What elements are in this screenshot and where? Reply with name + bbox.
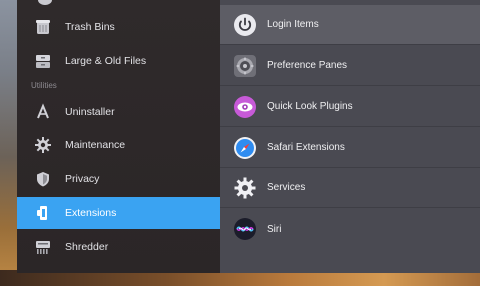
desktop-wallpaper [0,0,18,286]
sidebar-item-label: Uninstaller [65,106,115,118]
list-item-quick-look-plugins[interactable]: Quick Look Plugins [220,87,480,127]
section-label-utilities: Utilities [31,81,57,90]
list-item-safari-extensions[interactable]: Safari Extensions [220,128,480,168]
list-item-label: Siri [267,223,282,235]
list-item-siri[interactable]: Siri [220,209,480,249]
sidebar-item-extensions[interactable]: Extensions [17,197,220,229]
gear-icon [233,176,257,200]
shield-icon [33,169,53,189]
sidebar-item-label: Extensions [65,207,117,219]
system-preferences-icon [233,54,257,78]
safari-compass-icon [233,136,257,160]
power-icon [233,13,257,37]
sidebar-top-partial-icon [37,0,53,5]
extensions-icon [33,203,53,223]
list-item-services[interactable]: Services [220,168,480,208]
list-item-label: Login Items [267,19,319,30]
list-item-label: Preference Panes [267,60,348,71]
sidebar-item-label: Trash Bins [65,21,115,33]
sidebar-item-privacy[interactable]: Privacy [17,163,220,195]
list-item-label: Services [267,182,306,193]
sidebar-item-maintenance[interactable]: Maintenance [17,129,220,161]
sidebar-item-label: Privacy [65,173,100,185]
siri-icon [233,217,257,241]
sidebar-item-trash-bins[interactable]: Trash Bins [17,11,220,43]
trash-bins-icon [33,17,53,37]
sidebar-item-label: Large & Old Files [65,55,147,67]
list-item-label: Quick Look Plugins [267,101,353,112]
gear-icon [33,135,53,155]
sidebar-item-shredder[interactable]: Shredder [17,231,220,263]
file-cabinet-icon [33,51,53,71]
sidebar: Trash Bins Large & Old Files Utilities U… [17,0,220,273]
sidebar-item-uninstaller[interactable]: Uninstaller [17,96,220,128]
list-item-label: Safari Extensions [267,142,345,153]
eye-icon [233,95,257,119]
uninstaller-icon [33,102,53,122]
list-item-login-items[interactable]: Login Items [220,5,480,45]
shredder-icon [33,237,53,257]
extensions-list: Login Items Preference Panes Quick Look … [220,0,480,273]
list-item-preference-panes[interactable]: Preference Panes [220,46,480,86]
sidebar-item-label: Shredder [65,241,109,253]
sidebar-item-large-old-files[interactable]: Large & Old Files [17,45,220,77]
sidebar-item-label: Maintenance [65,139,126,151]
